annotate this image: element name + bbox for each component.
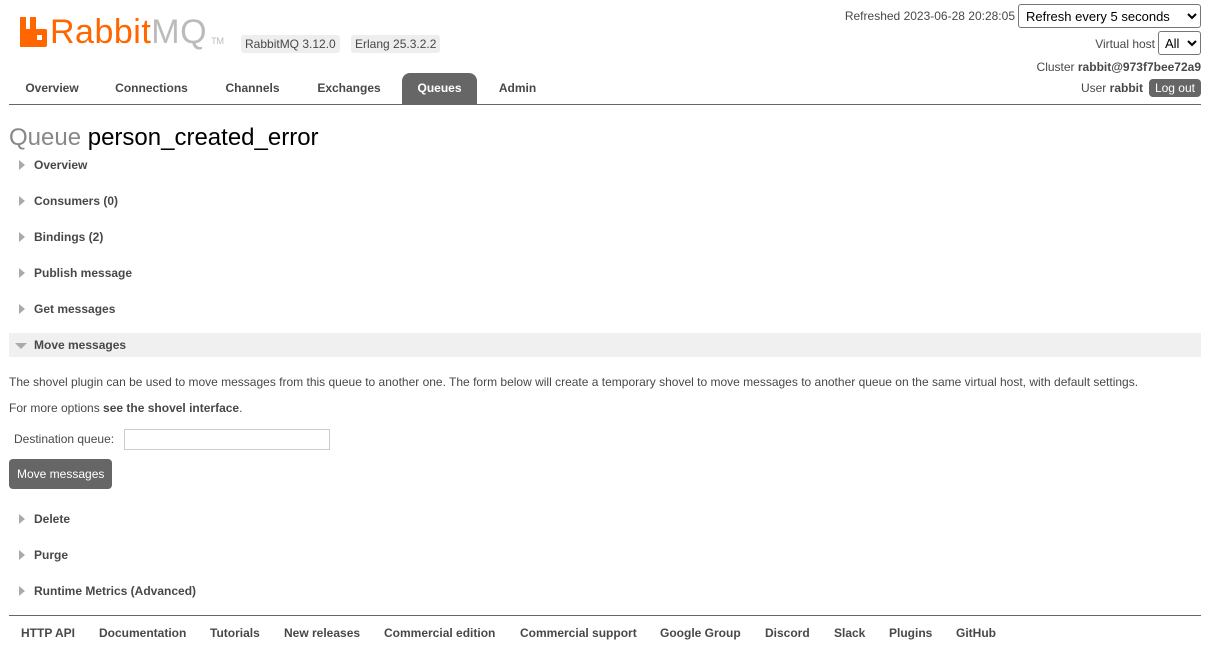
- footer: HTTP API Documentation Tutorials New rel…: [9, 615, 1201, 656]
- virtual-host-label: Virtual host: [1095, 37, 1155, 51]
- section-label: Publish message: [34, 266, 133, 280]
- tab-channels[interactable]: Channels: [214, 73, 291, 104]
- tab-exchanges[interactable]: Exchanges: [303, 73, 395, 104]
- section-label: Runtime Metrics (Advanced): [34, 584, 197, 598]
- section-purge[interactable]: Purge: [9, 543, 1201, 567]
- section-move-messages[interactable]: Move messages: [9, 333, 1201, 357]
- footer-link-tutorials[interactable]: Tutorials: [210, 626, 260, 640]
- refreshed-time: 2023-06-28 20:28:05: [903, 9, 1015, 23]
- shovel-interface-link[interactable]: see the shovel interface: [103, 401, 239, 415]
- footer-link-commercial-edition[interactable]: Commercial edition: [384, 626, 495, 640]
- expand-arrow-icon: [19, 268, 25, 278]
- rabbitmq-logo: RabbitMQ TM: [20, 15, 230, 49]
- section-label: Move messages: [34, 338, 127, 352]
- footer-link-http-api[interactable]: HTTP API: [21, 626, 75, 640]
- section-label: Delete: [34, 512, 71, 526]
- footer-link-documentation[interactable]: Documentation: [99, 626, 186, 640]
- footer-link-discord[interactable]: Discord: [765, 626, 810, 640]
- queue-name: person_created_error: [87, 124, 319, 151]
- destination-queue-input[interactable]: [124, 429, 330, 450]
- rabbitmq-logo-icon: [20, 17, 47, 47]
- section-publish-message[interactable]: Publish message: [9, 261, 1201, 285]
- footer-link-plugins[interactable]: Plugins: [889, 626, 932, 640]
- more-options-suffix: .: [239, 401, 243, 415]
- move-messages-button[interactable]: Move messages: [9, 459, 113, 489]
- more-options-text: For more options see the shovel interfac…: [9, 401, 242, 415]
- collapse-arrow-icon: [15, 343, 27, 349]
- section-runtime-metrics[interactable]: Runtime Metrics (Advanced): [9, 579, 1201, 603]
- tab-queues[interactable]: Queues: [402, 73, 477, 104]
- refresh-interval-select[interactable]: Refresh every 5 seconds: [1018, 4, 1201, 28]
- page-title-prefix: Queue: [9, 124, 82, 151]
- erlang-version-badge: Erlang 25.3.2.2: [351, 35, 441, 53]
- logo-text-mq: MQ: [151, 13, 208, 51]
- refreshed-label: Refreshed: [844, 9, 901, 23]
- cluster-name: rabbit@973f7bee72a9: [1077, 60, 1201, 74]
- cluster-info: Cluster rabbit@973f7bee72a9: [1037, 60, 1201, 74]
- expand-arrow-icon: [19, 304, 25, 314]
- section-label: Purge: [34, 548, 69, 562]
- expand-arrow-icon: [19, 586, 25, 596]
- rabbitmq-version-badge: RabbitMQ 3.12.0: [241, 35, 340, 53]
- tab-overview[interactable]: Overview: [9, 73, 95, 104]
- expand-arrow-icon: [19, 196, 25, 206]
- logo-text-rabbit: Rabbit: [50, 13, 152, 51]
- main-nav-tabs: Overview Connections Channels Exchanges …: [9, 73, 1201, 105]
- expand-arrow-icon: [19, 160, 25, 170]
- expand-arrow-icon: [19, 550, 25, 560]
- section-overview[interactable]: Overview: [9, 153, 1201, 177]
- logo-trademark: TM: [211, 36, 225, 46]
- move-description: The shovel plugin can be used to move me…: [9, 375, 1139, 389]
- section-label: Bindings (2): [34, 230, 104, 244]
- section-label: Get messages: [34, 302, 116, 316]
- cluster-label: Cluster: [1036, 60, 1075, 74]
- tab-admin[interactable]: Admin: [487, 73, 548, 104]
- expand-arrow-icon: [19, 232, 25, 242]
- expand-arrow-icon: [19, 514, 25, 524]
- footer-link-github[interactable]: GitHub: [956, 626, 996, 640]
- more-options-prefix: For more options: [9, 401, 100, 415]
- destination-queue-label: Destination queue:: [14, 432, 115, 446]
- virtual-host-select[interactable]: All: [1158, 31, 1201, 55]
- section-delete[interactable]: Delete: [9, 507, 1201, 531]
- section-label: Overview: [34, 158, 88, 172]
- section-label: Consumers (0): [34, 194, 119, 208]
- footer-link-commercial-support[interactable]: Commercial support: [520, 626, 637, 640]
- section-bindings[interactable]: Bindings (2): [9, 225, 1201, 249]
- footer-link-slack[interactable]: Slack: [834, 626, 865, 640]
- section-get-messages[interactable]: Get messages: [9, 297, 1201, 321]
- tab-connections[interactable]: Connections: [101, 73, 202, 104]
- page-title: Queue person_created_error: [9, 124, 319, 152]
- refreshed-status: Refreshed 2023-06-28 20:28:05: [845, 9, 1015, 23]
- footer-link-new-releases[interactable]: New releases: [284, 626, 360, 640]
- footer-link-google-group[interactable]: Google Group: [660, 626, 741, 640]
- section-consumers[interactable]: Consumers (0): [9, 189, 1201, 213]
